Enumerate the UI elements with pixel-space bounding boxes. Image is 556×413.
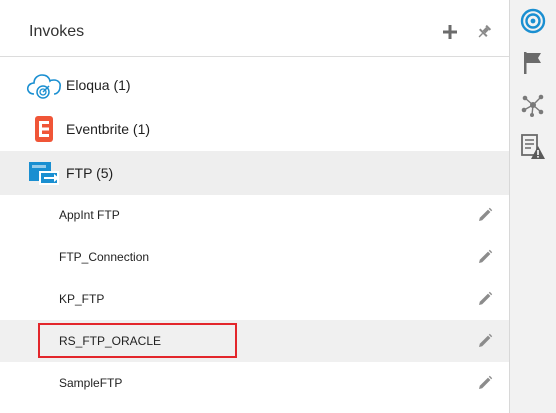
flag-button[interactable]	[516, 46, 550, 80]
connection-label: FTP (5)	[66, 165, 114, 181]
pencil-icon	[479, 207, 493, 221]
invokes-panel: Invokes Eloqua (1) Eventbrite (1) FTP (5…	[0, 0, 509, 413]
pencil-icon	[479, 375, 493, 389]
add-button[interactable]	[440, 22, 460, 42]
edit-button[interactable]	[476, 332, 494, 350]
item-label: SampleFTP	[59, 376, 123, 390]
pin-icon	[478, 24, 492, 38]
item-label: FTP_Connection	[59, 250, 150, 264]
item-label: AppInt FTP	[59, 208, 120, 222]
eloqua-cloud-icon	[26, 69, 62, 101]
connection-label: Eloqua (1)	[66, 77, 131, 93]
list-item[interactable]: KP_FTP	[0, 278, 509, 320]
connection-label: Eventbrite (1)	[66, 121, 151, 137]
network-icon	[521, 94, 544, 117]
edit-button[interactable]	[476, 290, 494, 308]
item-label: KP_FTP	[59, 292, 105, 306]
panel-title: Invokes	[29, 23, 85, 40]
connection-eventbrite[interactable]: Eventbrite (1)	[0, 107, 509, 151]
panel-header: Invokes	[0, 0, 509, 57]
list-item[interactable]: FTP_Connection	[0, 236, 509, 278]
eventbrite-icon	[26, 113, 62, 145]
edit-button[interactable]	[476, 206, 494, 224]
ftp-icon	[26, 157, 62, 189]
pin-button[interactable]	[474, 22, 494, 42]
connection-eloqua[interactable]: Eloqua (1)	[0, 63, 509, 107]
edit-button[interactable]	[476, 248, 494, 266]
list-item[interactable]: AppInt FTP	[0, 194, 509, 236]
list-item[interactable]: SampleFTP	[0, 362, 509, 404]
error-log-button[interactable]	[516, 130, 550, 164]
edit-button[interactable]	[476, 374, 494, 392]
target-button[interactable]	[516, 4, 550, 38]
network-button[interactable]	[516, 88, 550, 122]
pencil-icon	[479, 249, 493, 263]
flag-icon	[524, 52, 541, 74]
right-toolbar	[509, 0, 556, 413]
highlight-annotation	[38, 323, 237, 358]
target-icon	[520, 8, 546, 34]
plus-icon	[443, 25, 457, 39]
pencil-icon	[479, 333, 493, 347]
pencil-icon	[479, 291, 493, 305]
document-warning-icon	[521, 134, 545, 159]
connection-ftp[interactable]: FTP (5)	[0, 151, 509, 195]
